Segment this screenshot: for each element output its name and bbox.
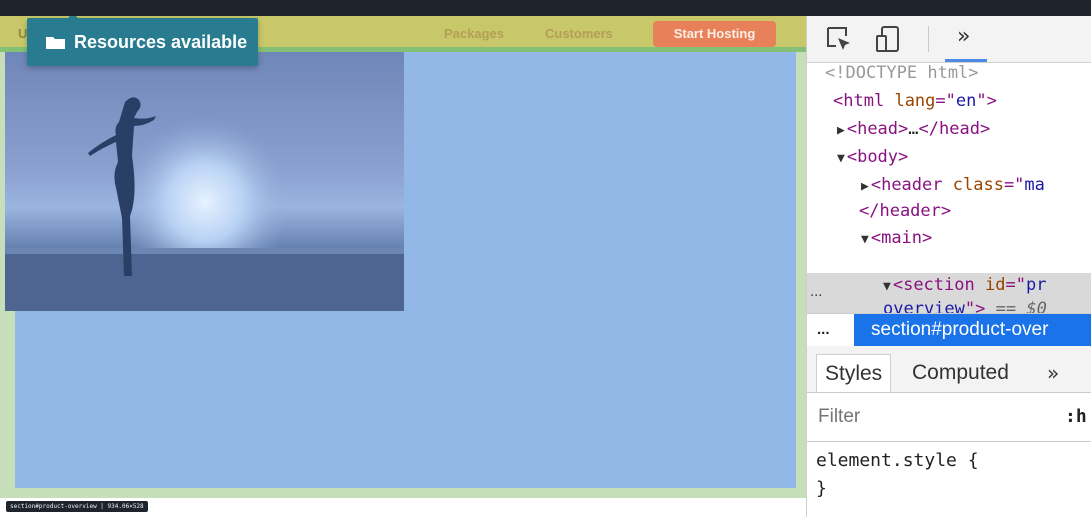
dom-header-node[interactable]: ▶ <header class="ma: [861, 175, 1045, 195]
horizon: [5, 248, 404, 254]
hover-state-toggle[interactable]: :h: [1065, 406, 1087, 427]
badge-label: Resources available: [74, 32, 248, 52]
dom-header-close[interactable]: </header>: [859, 201, 951, 221]
inspect-element-icon[interactable]: [824, 24, 854, 59]
styles-tabs: Styles Computed »: [807, 346, 1091, 393]
dom-breadcrumb: ... section#product-over: [807, 313, 1091, 346]
dom-html-node[interactable]: <html lang="en">: [833, 91, 997, 111]
active-panel-indicator: [945, 59, 987, 62]
start-hosting-button[interactable]: Start Hosting: [653, 21, 776, 47]
more-panels-button[interactable]: »: [957, 24, 970, 49]
styles-filter-bar: :h: [807, 393, 1091, 442]
nav-link-customers[interactable]: Customers: [545, 26, 613, 41]
tab-styles[interactable]: Styles: [816, 354, 892, 392]
style-rules: element.style { }: [807, 442, 1091, 517]
resources-available-badge[interactable]: Resources available: [27, 16, 258, 66]
collapse-triangle-icon[interactable]: ▼: [837, 151, 845, 166]
devtools-toolbar: »: [807, 16, 1091, 63]
node-actions-dots[interactable]: ...: [810, 285, 822, 300]
expand-triangle-icon[interactable]: ▶: [861, 179, 869, 194]
breadcrumb-item-section[interactable]: section#product-over: [854, 314, 1091, 346]
tab-computed[interactable]: Computed: [912, 354, 1009, 392]
dom-tree: <!DOCTYPE html> <html lang="en"> ▶ <head>…: [807, 63, 1091, 322]
dom-section-node[interactable]: ▼ <section id="pr: [883, 275, 1046, 295]
element-style-close: }: [816, 478, 827, 499]
element-size-tooltip: section#product-overview | 934.06×528: [6, 501, 148, 512]
hero-illustration: [5, 97, 404, 311]
collapse-triangle-icon[interactable]: ▼: [883, 279, 891, 294]
badge-pointer: [67, 16, 79, 19]
window-top-bar: [0, 0, 1091, 16]
device-toolbar-icon[interactable]: [874, 24, 904, 59]
breadcrumb-overflow-dots[interactable]: ...: [817, 321, 830, 338]
folder-icon: [46, 35, 66, 55]
more-tabs-button[interactable]: »: [1047, 354, 1059, 392]
nav-link-packages[interactable]: Packages: [444, 26, 504, 41]
expand-triangle-icon[interactable]: ▶: [837, 123, 845, 138]
dom-head-node[interactable]: ▶ <head>…</head>: [837, 119, 990, 139]
dom-main-node[interactable]: ▼ <main>: [861, 228, 932, 248]
sea: [5, 252, 404, 311]
page-viewport: U Packages Customers Start Hosting Resou…: [0, 16, 806, 517]
dom-body-node[interactable]: ▼ <body>: [837, 147, 908, 167]
element-style-selector[interactable]: element.style {: [816, 450, 979, 471]
dom-doctype[interactable]: <!DOCTYPE html>: [825, 63, 979, 83]
hero-image: [5, 52, 404, 311]
toolbar-separator: [928, 26, 929, 52]
collapse-triangle-icon[interactable]: ▼: [861, 232, 869, 247]
devtools-panel: » <!DOCTYPE html> <html lang="en"> ▶ <hea…: [807, 16, 1091, 517]
site-logo[interactable]: U: [18, 26, 27, 41]
filter-input[interactable]: [816, 405, 1040, 429]
